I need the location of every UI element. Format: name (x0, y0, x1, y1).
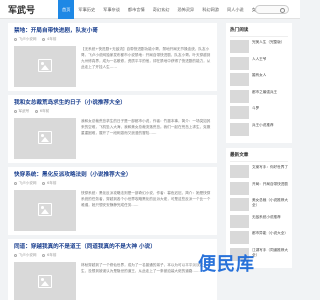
site-logo[interactable]: 军武号 (8, 3, 35, 16)
main-nav: 首页 军事历史 军事杂谈 都市言情 奇幻玄幻 恐怖灵异 科幻网游 同人小说 女生… (58, 0, 273, 19)
article-thumbnail[interactable] (14, 118, 76, 159)
image-placeholder-icon (38, 275, 52, 288)
hot-item[interactable]: 都市之最强兵王 (230, 89, 288, 103)
clock-icon (42, 182, 46, 185)
publish-time: 6年前 (35, 109, 49, 114)
image-placeholder-icon (38, 59, 52, 72)
user-icon (14, 254, 17, 257)
article-meta: 飞卢小说网 6年前 (14, 253, 211, 258)
article-title[interactable]: 禁地：开局自带快进剧，队友小哥 (14, 27, 211, 35)
image-placeholder-icon (38, 131, 52, 144)
nav-item-military-history[interactable]: 军事历史 (74, 0, 99, 19)
clock-icon (42, 254, 46, 257)
nav-item-scifi[interactable]: 科幻网游 (198, 0, 223, 19)
nav-item-military-talk[interactable]: 军事杂谈 (99, 0, 124, 19)
article-card: 我和女总裁荒岛求生的日子（小说推荐大全） 军武号 6年前 我和女总裁荒岛求生的日… (8, 95, 217, 163)
hot-reading-widget: 热门阅读 完美人生（完整版） 人人王爷 婚有女人 都市之最强兵王 斗罗 兵王小说… (226, 23, 292, 143)
author: 军武号 (14, 109, 29, 114)
article-thumbnail[interactable] (14, 190, 76, 231)
latest-item-title[interactable]: 开局：开局自带快进剧 (252, 182, 288, 195)
article-card: 禁地：开局自带快进剧，队友小哥 飞卢小说网 4年前 【无系统+快进剧+无敌流】自… (8, 23, 217, 91)
hot-thumbnail[interactable] (230, 122, 249, 136)
publish-time: 4年前 (42, 37, 56, 42)
article-thumbnail[interactable] (14, 262, 76, 300)
top-navigation-bar: 军武号 首页 军事历史 军事杂谈 都市言情 奇幻玄幻 恐怖灵异 科幻网游 同人小… (0, 0, 300, 19)
user-icon (14, 38, 17, 41)
nav-item-fantasy[interactable]: 奇幻玄幻 (149, 0, 174, 19)
publish-time: 6年前 (42, 181, 56, 186)
sidebar: 热门阅读 完美人生（完整版） 人人王爷 婚有女人 都市之最强兵王 斗罗 兵王小说… (226, 23, 292, 273)
latest-item[interactable]: 都市异能（小说大全） (230, 231, 288, 244)
latest-thumbnail[interactable] (230, 231, 249, 244)
widget-title: 最新文章 (230, 152, 288, 162)
nav-item-fanfiction[interactable]: 同人小说 (223, 0, 248, 19)
article-title[interactable]: 我和女总裁荒岛求生的日子（小说推荐大全） (14, 99, 211, 107)
article-excerpt: 林秋穿越到了一个修仙世界，成为了一名普通的弟子，本以为可以平平淡淡过一生，没想到… (81, 263, 207, 273)
clock-icon (42, 38, 46, 41)
author: 飞卢小说网 (14, 181, 36, 186)
article-card: 同道：穿越我真的不是道王（同道我真的不是大神 小说） 飞卢小说网 6年前 林秋穿… (8, 239, 217, 300)
author: 飞卢小说网 (14, 37, 36, 42)
article-list: 禁地：开局自带快进剧，队友小哥 飞卢小说网 4年前 【无系统+快进剧+无敌流】自… (8, 23, 217, 300)
hot-item-title[interactable]: 人人王爷 (252, 57, 266, 70)
latest-thumbnail[interactable] (230, 214, 249, 228)
search-input[interactable] (255, 5, 289, 14)
article-card: 快穿系统：黑化反派攻略法则（小说推荐大全） 飞卢小说网 6年前 快穿系统：黑化反… (8, 167, 217, 235)
hot-thumbnail[interactable] (230, 56, 249, 70)
hot-item[interactable]: 完美人生（完整版） (230, 40, 288, 53)
article-title[interactable]: 快穿系统：黑化反派攻略法则（小说推荐大全） (14, 171, 211, 179)
nav-item-horror[interactable]: 恐怖灵异 (173, 0, 198, 19)
latest-thumbnail[interactable] (230, 181, 249, 195)
article-excerpt: 【无系统+快进剧+无敌流】自带快进剧功能小哥，禁地开局无节操血统，队友小哥。飞卢… (81, 47, 211, 69)
hot-item[interactable]: 人人王爷 (230, 56, 288, 70)
hot-thumbnail[interactable] (230, 106, 249, 119)
article-excerpt: 我和女总裁荒岛求生的日子是一部都市小说，作者：竹墨本事，简介：一场突如其来的空难… (81, 119, 211, 135)
latest-item[interactable]: 美女总裁（小说推荐大全） (230, 198, 288, 211)
nav-item-home[interactable]: 首页 (58, 0, 75, 19)
user-icon (14, 182, 17, 185)
article-title[interactable]: 同道：穿越我真的不是道王（同道我真的不是大神 小说） (14, 243, 211, 251)
latest-item-title[interactable]: 江湖写手（同道推荐大全） (252, 248, 288, 261)
hot-item-title[interactable]: 斗罗 (252, 106, 259, 119)
search-icon[interactable] (280, 7, 285, 13)
latest-item[interactable]: 开局：开局自带快进剧 (230, 181, 288, 195)
nav-item-urban-romance[interactable]: 都市言情 (124, 0, 149, 19)
article-meta: 军武号 6年前 (14, 109, 211, 114)
hot-thumbnail[interactable] (230, 89, 249, 103)
hot-item[interactable]: 兵王小说推荐 (230, 122, 288, 136)
latest-thumbnail[interactable] (230, 165, 249, 178)
article-meta: 飞卢小说网 6年前 (14, 181, 211, 186)
watermark-logo: 便民库 (198, 254, 255, 275)
author: 飞卢小说网 (14, 253, 36, 258)
latest-thumbnail[interactable] (230, 198, 249, 211)
latest-item-title[interactable]: 文案写手：你好世界了 (252, 165, 288, 178)
publish-time: 6年前 (42, 253, 56, 258)
article-excerpt: 快穿系统：黑化反派攻略法则是一部奇幻小说，作者：暮色迟迟，简介：她是快穿系统的任… (81, 191, 211, 207)
hot-thumbnail[interactable] (230, 73, 249, 86)
latest-item-title[interactable]: 无敌系统小说推荐 (252, 215, 281, 228)
hot-item[interactable]: 斗罗 (230, 106, 288, 119)
latest-item-title[interactable]: 都市异能（小说大全） (252, 231, 288, 244)
latest-item-title[interactable]: 美女总裁（小说推荐大全） (252, 198, 288, 211)
hot-item-title[interactable]: 都市之最强兵王 (252, 90, 277, 103)
hot-thumbnail[interactable] (230, 40, 249, 53)
hot-item-title[interactable]: 兵王小说推荐 (252, 123, 274, 136)
article-meta: 飞卢小说网 4年前 (14, 37, 211, 42)
hot-item-title[interactable]: 完美人生（完整版） (252, 40, 284, 53)
article-thumbnail[interactable] (14, 46, 76, 87)
latest-item[interactable]: 文案写手：你好世界了 (230, 165, 288, 178)
clock-icon (35, 110, 39, 113)
widget-title: 热门阅读 (230, 27, 288, 37)
latest-item[interactable]: 无敌系统小说推荐 (230, 214, 288, 228)
hot-item-title[interactable]: 婚有女人 (252, 73, 266, 86)
image-placeholder-icon (38, 203, 52, 216)
hot-item[interactable]: 婚有女人 (230, 73, 288, 86)
user-icon (14, 110, 17, 113)
